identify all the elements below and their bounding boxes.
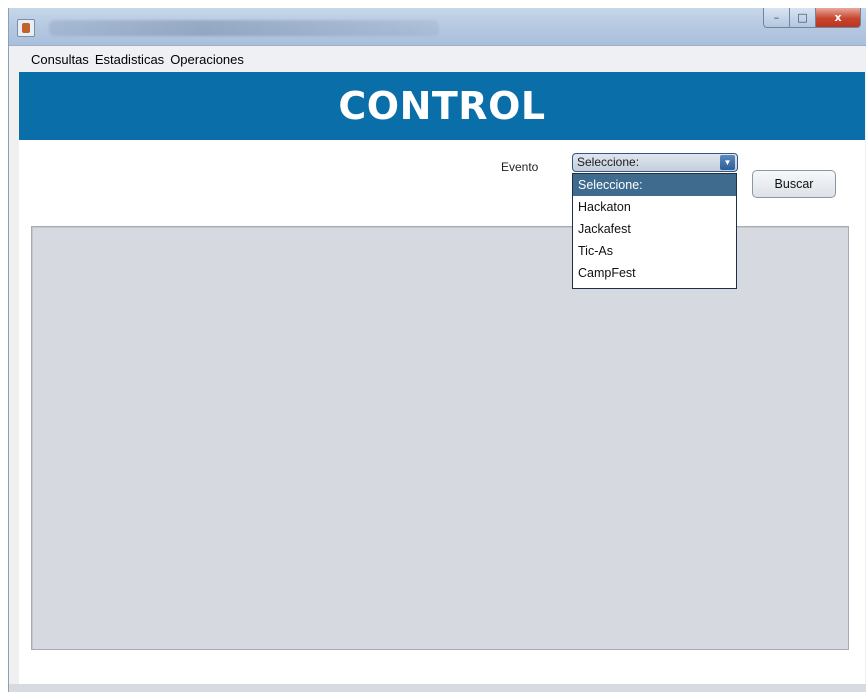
buscar-button[interactable]: Buscar: [752, 170, 836, 198]
menu-estadisticas[interactable]: Estadisticas: [95, 52, 164, 67]
page-title: CONTROL: [338, 84, 546, 128]
menu-operaciones[interactable]: Operaciones: [170, 52, 244, 67]
header-banner: CONTROL: [19, 72, 865, 140]
evento-label: Evento: [501, 160, 539, 174]
dropdown-option-seleccione[interactable]: Seleccione:: [573, 174, 736, 196]
window-bottom-border: [9, 684, 866, 692]
dropdown-option-hackaton[interactable]: Hackaton: [573, 196, 736, 218]
menu-bar: Consultas Estadisticas Operaciones: [9, 48, 866, 70]
minimize-button[interactable]: –: [763, 8, 790, 28]
title-bar[interactable]: – □ x: [9, 8, 866, 46]
window-title: [49, 20, 439, 36]
maximize-button[interactable]: □: [790, 8, 816, 28]
java-app-icon: [17, 19, 35, 37]
evento-combobox[interactable]: Seleccione: ▼: [572, 153, 738, 172]
dropdown-option-jackafest[interactable]: Jackafest: [573, 218, 736, 240]
chevron-down-icon[interactable]: ▼: [720, 155, 735, 170]
application-window: – □ x Consultas Estadisticas Operaciones…: [8, 8, 866, 692]
window-controls: – □ x: [763, 8, 861, 28]
menu-consultas[interactable]: Consultas: [31, 52, 89, 67]
results-panel: [31, 226, 849, 650]
close-button[interactable]: x: [816, 8, 861, 28]
dropdown-option-campfest[interactable]: CampFest: [573, 262, 736, 284]
main-content: Evento Seleccione: ▼ Seleccione: Hackato…: [19, 140, 865, 684]
evento-dropdown-list: Seleccione: Hackaton Jackafest Tic-As Ca…: [572, 173, 737, 289]
dropdown-option-tic-as[interactable]: Tic-As: [573, 240, 736, 262]
combo-selected-value: Seleccione:: [577, 155, 640, 169]
